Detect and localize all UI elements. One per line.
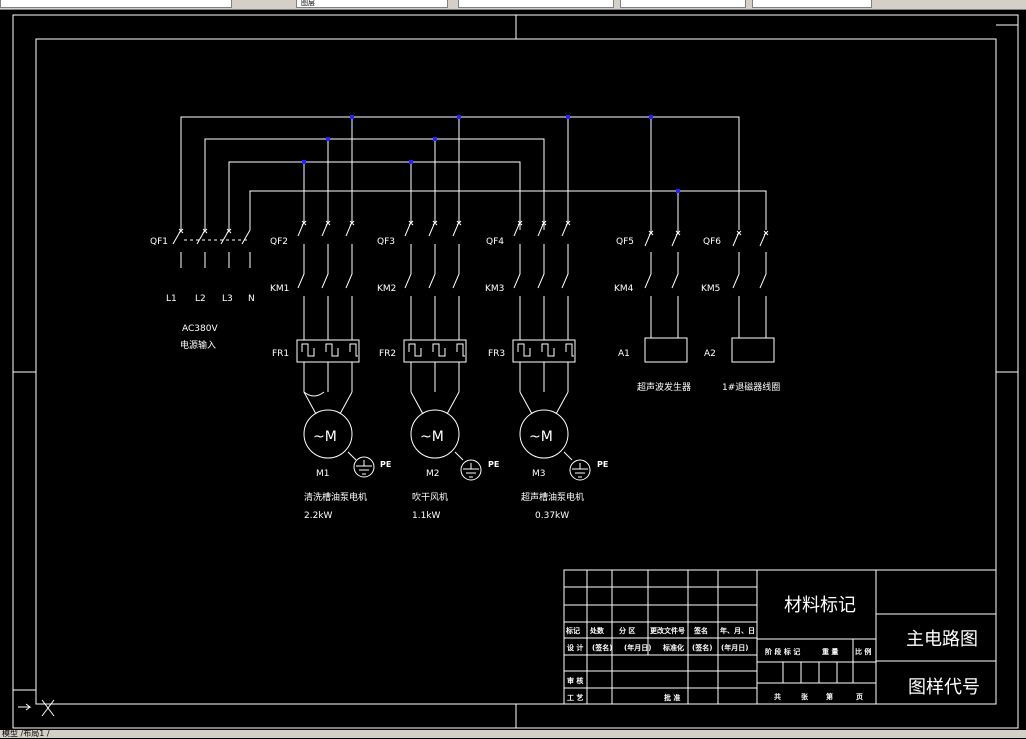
motor-m1-name: 清洗槽油泵电机: [304, 491, 367, 503]
motor-m2-id: M2: [426, 469, 440, 479]
motor-m3-name: 超声槽油泵电机: [521, 491, 584, 503]
a1-label: A1: [618, 349, 630, 359]
load-a1-box: [644, 337, 688, 363]
tb-sign: 签名: [693, 626, 708, 635]
fr1-label: FR1: [272, 349, 289, 359]
tb-process: 工 艺: [567, 693, 583, 702]
bus-l1: [180, 116, 740, 230]
tb-no: 第: [826, 692, 833, 701]
color-select[interactable]: [458, 0, 614, 8]
tb-marks: 标记: [565, 626, 580, 635]
layout-tabs[interactable]: 模型 /布局1 /: [2, 728, 50, 739]
lineweight-select[interactable]: [752, 0, 872, 8]
tb-change-doc: 更改文件号: [650, 626, 685, 635]
motor-m2-pe: PE: [488, 460, 499, 469]
qf5-label: QF5: [616, 237, 634, 247]
phase-l2-label: L2: [195, 294, 206, 304]
linetype-select[interactable]: [620, 0, 746, 8]
a2-label: A2: [704, 349, 716, 359]
qf2-label: QF2: [270, 237, 288, 247]
drawing-canvas[interactable]: QF1 QF2 QF3 QF4 QF5 QF6 L1 L2 L3 N AC380…: [0, 10, 1026, 730]
qf3-label: QF3: [377, 237, 395, 247]
tb-standard: 标准化: [662, 643, 684, 652]
fr2-label: FR2: [379, 349, 396, 359]
qf1-breaker: [172, 228, 251, 268]
motor-m3-symbol: ~M: [529, 429, 553, 445]
fr3-label: FR3: [488, 349, 505, 359]
supply-label: 电源输入: [180, 339, 216, 351]
tb-design-date: (年月日): [624, 643, 651, 652]
layer-select[interactable]: 图层: [296, 0, 448, 8]
a2-name: 1#退磁器线圈: [722, 381, 780, 393]
tb-weight: 重 量: [822, 647, 838, 656]
tb-sheets: 张: [801, 692, 809, 701]
command-field[interactable]: [0, 0, 232, 8]
motor-m1-power: 2.2kW: [304, 511, 333, 521]
bus-l2: [204, 138, 545, 230]
tb-stage: 阶 段 标 记: [765, 647, 800, 656]
load-a2-box: [731, 337, 775, 363]
tb-approve: 批 准: [664, 693, 680, 702]
motor-m3-id: M3: [532, 469, 546, 479]
tb-total: 共: [774, 692, 781, 701]
supply-voltage: AC380V: [182, 324, 218, 334]
km2-label: KM2: [377, 284, 396, 294]
motor-m2-name: 吹干风机: [412, 491, 448, 503]
tb-count: 处数: [589, 626, 605, 635]
drawing-title: 主电路图: [906, 629, 978, 650]
motor-m2-symbol: ~M: [420, 429, 444, 445]
toolbar: 图层: [0, 0, 1026, 10]
tb-standard-date: (年月日): [721, 643, 748, 652]
qf1-label: QF1: [150, 237, 168, 247]
qf6-label: QF6: [703, 237, 721, 247]
qf4-label: QF4: [486, 237, 504, 247]
status-bar: 模型 /布局1 /: [0, 728, 1026, 739]
km4-label: KM4: [614, 284, 634, 294]
motor-m2-power: 1.1kW: [412, 511, 441, 521]
phase-n-label: N: [248, 294, 255, 304]
drawing-code: 图样代号: [908, 677, 980, 698]
material-mark: 材料标记: [784, 595, 856, 616]
tb-standard-sign: (签名): [692, 643, 712, 652]
layer-value: 图层: [301, 0, 315, 7]
tb-zone: 分 区: [619, 626, 635, 635]
motor-m1-symbol: ~M: [313, 429, 337, 445]
tb-review: 审 核: [567, 676, 583, 685]
motor-m1-pe: PE: [380, 460, 391, 469]
phase-l1-label: L1: [166, 294, 177, 304]
km1-label: KM1: [270, 284, 289, 294]
tb-scale: 比 例: [855, 647, 871, 656]
sheet-outer-border: [12, 14, 1019, 729]
km5-label: KM5: [701, 284, 720, 294]
motor-m1-id: M1: [316, 469, 330, 479]
a1-name: 超声波发生器: [637, 381, 691, 393]
phase-l3-label: L3: [222, 294, 233, 304]
km3-label: KM3: [485, 284, 504, 294]
motor-m3-power: 0.37kW: [535, 511, 569, 521]
tb-date: 年、月、日: [720, 626, 755, 635]
tb-design: 设 计: [567, 643, 583, 652]
tb-design-sign: (签名): [592, 643, 612, 652]
bus-l3: [228, 161, 521, 230]
motor-m3-pe: PE: [597, 460, 608, 469]
tb-page: 页: [856, 693, 863, 701]
